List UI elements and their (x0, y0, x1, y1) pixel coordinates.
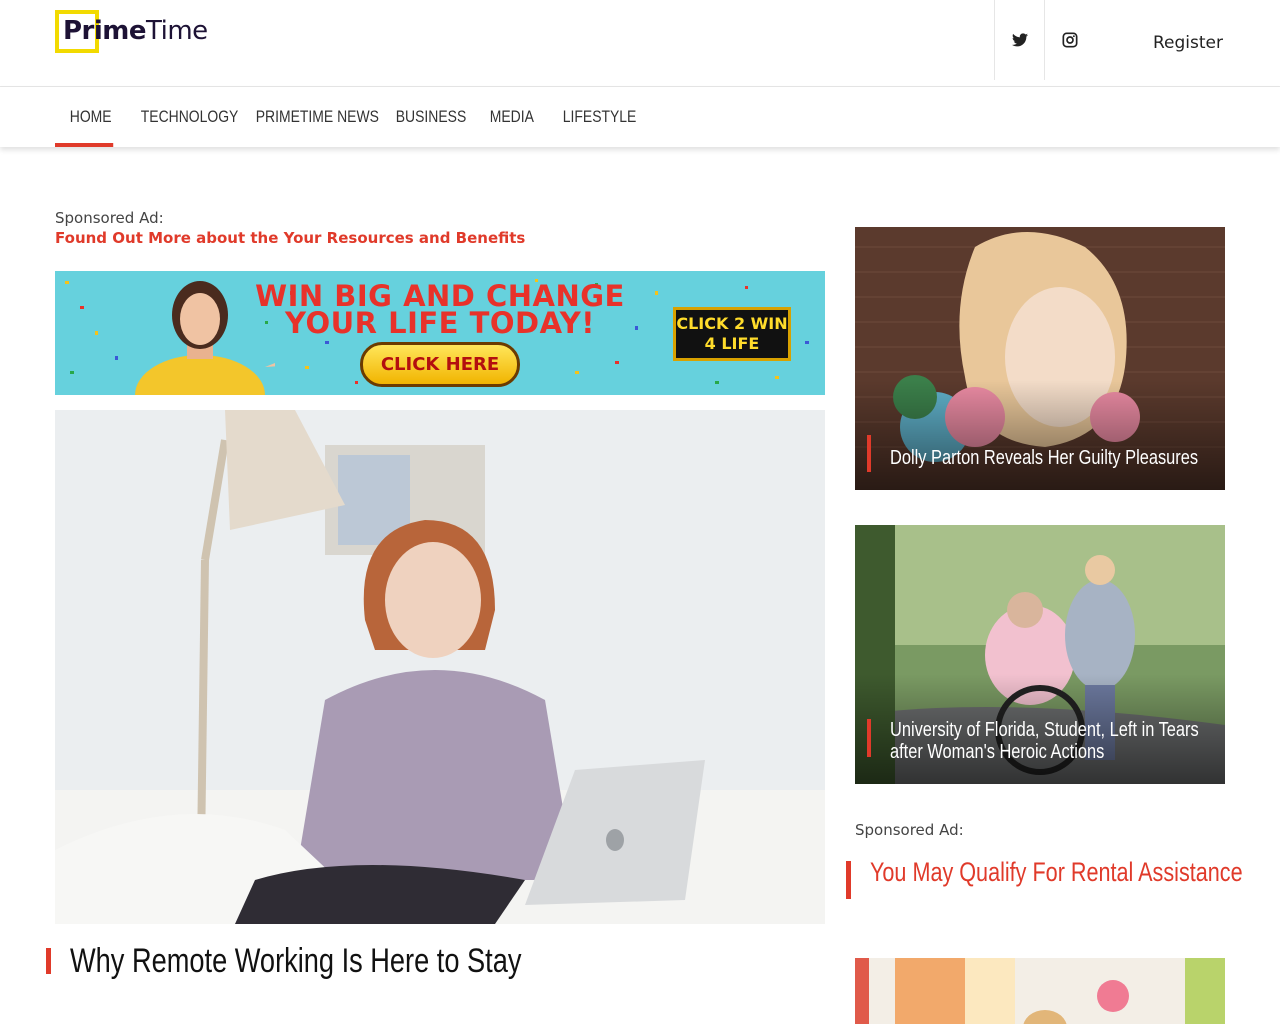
nav-item-media[interactable]: MEDIA (475, 87, 535, 147)
social-links (994, 0, 1094, 80)
article-accent-bar (46, 948, 51, 974)
site-logo[interactable]: PrimeTime (55, 10, 208, 53)
instagram-button[interactable] (1044, 0, 1094, 80)
article-headline[interactable]: Why Remote Working Is Here to Stay (70, 942, 521, 981)
nav-item-technology[interactable]: TECHNOLOGY (126, 87, 239, 147)
logo-wordmark: PrimeTime (63, 14, 208, 48)
ad-headline: WIN BIG AND CHANGE YOUR LIFE TODAY! (230, 282, 650, 340)
register-link[interactable]: Register (1153, 33, 1223, 53)
article-title-accent (46, 948, 51, 974)
side-article-card[interactable]: Dolly Parton Reveals Her Guilty Pleasure… (855, 227, 1225, 490)
instagram-icon (1062, 32, 1077, 48)
nav-item-lifestyle[interactable]: LIFESTYLE (548, 87, 637, 147)
site-header: PrimeTime Register (0, 0, 1280, 87)
ad-badge-line-1: CLICK 2 WIN (676, 314, 788, 333)
ad-click-here-button[interactable]: CLICK HERE (360, 342, 520, 387)
card-title: University of Florida, Student, Left in … (890, 719, 1199, 763)
logo-word-time: Time (146, 16, 208, 46)
logo-word-prime: Prime (63, 16, 147, 46)
card-accent-bar (867, 719, 871, 757)
nav-item-primetime-news[interactable]: PRIMETIME NEWS (241, 87, 379, 147)
card-accent-bar (867, 435, 871, 472)
sidebar-sponsored-link[interactable]: You May Qualify For Rental Assistance (870, 857, 1243, 888)
ad-banner[interactable]: WIN BIG AND CHANGE YOUR LIFE TODAY! CLIC… (55, 271, 825, 395)
card-title: Dolly Parton Reveals Her Guilty Pleasure… (890, 447, 1199, 469)
ad-badge-logo: CLICK 2 WIN 4 LIFE (673, 307, 791, 361)
sponsored-ad-label: Sponsored Ad: (55, 209, 164, 227)
sidebar-sponsored-accent-bar (846, 861, 851, 899)
ad-badge-line-2: 4 LIFE (704, 334, 760, 353)
twitter-button[interactable] (994, 0, 1044, 80)
card-overlay (855, 380, 1225, 490)
sponsored-ad-link[interactable]: Found Out More about the Your Resources … (55, 229, 525, 247)
ad-headline-line-2: YOUR LIFE TODAY! (285, 306, 595, 340)
hero-photo (55, 410, 825, 924)
main-nav: HOME TECHNOLOGY PRIMETIME NEWS BUSINESS … (0, 87, 1280, 147)
party-image (855, 958, 1225, 1024)
twitter-icon (1011, 33, 1028, 47)
hero-article-image[interactable] (55, 410, 825, 924)
nav-item-business[interactable]: BUSINESS (381, 87, 467, 147)
nav-list: HOME TECHNOLOGY PRIMETIME NEWS BUSINESS … (55, 87, 638, 147)
side-article-card-partial[interactable] (855, 958, 1225, 1024)
sidebar-sponsored-label: Sponsored Ad: (855, 821, 964, 839)
nav-item-home[interactable]: HOME (55, 87, 114, 147)
side-article-card[interactable]: University of Florida, Student, Left in … (855, 525, 1225, 784)
